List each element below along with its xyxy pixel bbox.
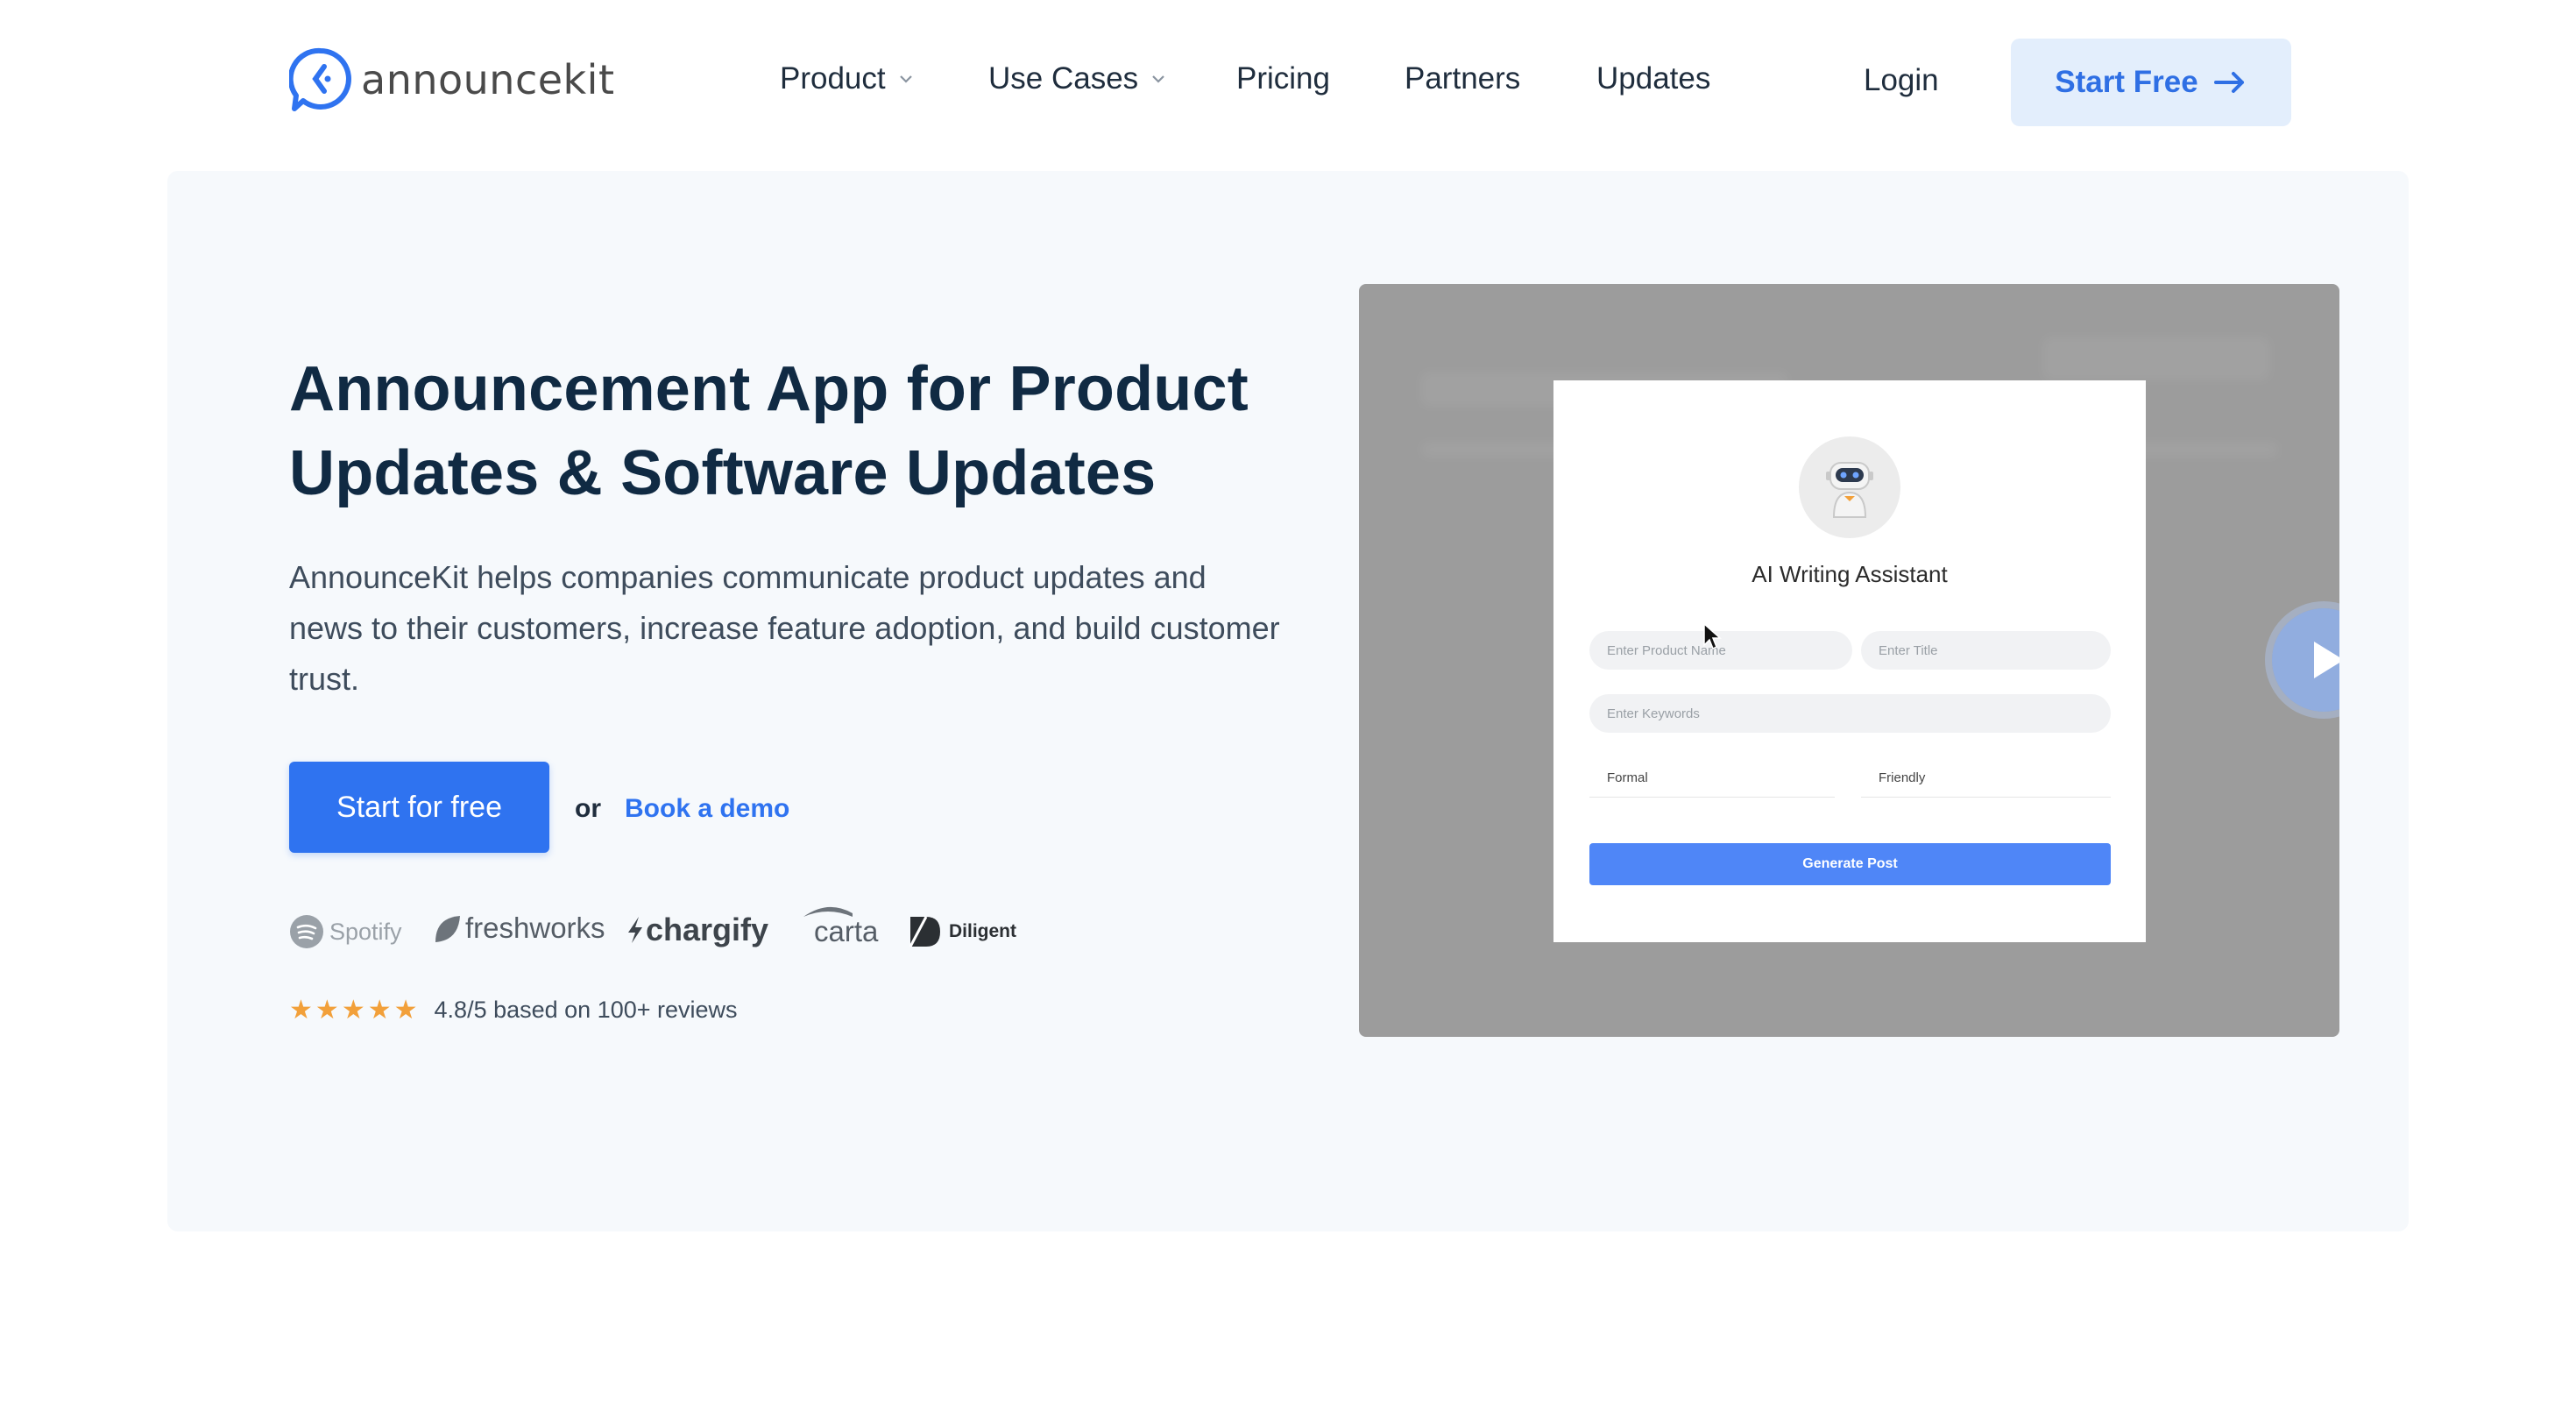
- keywords-field: Enter Keywords: [1589, 694, 2111, 733]
- announcekit-logo-icon: [289, 47, 351, 111]
- chevron-down-icon: [1152, 75, 1164, 83]
- logo-carta: carta: [802, 905, 878, 948]
- spotify-icon: [290, 915, 323, 948]
- logo-chargify: chargify: [626, 912, 768, 948]
- start-for-free-button[interactable]: Start for free: [289, 762, 549, 853]
- robot-icon: [1826, 462, 1873, 518]
- cta-or-text: or: [575, 794, 601, 823]
- book-demo-link[interactable]: Book a demo: [625, 794, 789, 824]
- freshworks-icon: [435, 916, 460, 942]
- blurred-background-ui: [2042, 337, 2270, 380]
- logo-spotify: Spotify: [289, 914, 402, 949]
- nav-use-cases-label: Use Cases: [988, 61, 1139, 96]
- logo-text: announcekit: [361, 56, 615, 103]
- robot-avatar: [1799, 436, 1900, 538]
- spotify-wordmark: Spotify: [329, 918, 402, 945]
- star-icon: ★: [289, 996, 313, 1025]
- diligent-wordmark: Diligent: [949, 921, 1016, 941]
- start-free-label: Start Free: [2055, 65, 2198, 99]
- logo-diligent: Diligent: [907, 913, 1016, 950]
- nav-pricing-label: Pricing: [1236, 61, 1330, 96]
- video-preview[interactable]: AI Writing Assistant Enter Product Name …: [1359, 284, 2339, 1037]
- chevron-down-icon: [899, 75, 912, 83]
- chargify-icon: [628, 917, 642, 943]
- star-icon: ★: [367, 996, 392, 1025]
- nav-pricing[interactable]: Pricing: [1236, 61, 1330, 96]
- tone-select-friendly: Friendly: [1861, 759, 2111, 798]
- nav-partners-label: Partners: [1405, 61, 1521, 96]
- headline-line-2: Updates & Software Updates: [289, 438, 1157, 508]
- arrow-right-icon: [2213, 72, 2244, 93]
- ai-writing-assistant-card: AI Writing Assistant Enter Product Name …: [1553, 380, 2146, 942]
- rating-text: 4.8/5 based on 100+ reviews: [434, 997, 738, 1023]
- diligent-icon: [909, 916, 940, 947]
- generate-post-button: Generate Post: [1589, 843, 2111, 885]
- mouse-cursor-icon: [1703, 622, 1722, 650]
- nav-use-cases[interactable]: Use Cases: [988, 61, 1166, 96]
- star-icon: ★: [315, 996, 339, 1025]
- start-free-button[interactable]: Start Free: [2011, 39, 2291, 126]
- nav-updates[interactable]: Updates: [1596, 61, 1710, 96]
- site-header: announcekit Product Use Cases Pricing Pa…: [0, 0, 2576, 167]
- star-icon: ★: [341, 996, 365, 1025]
- rating: ★ ★ ★ ★ ★ 4.8/5 based on 100+ reviews: [289, 995, 738, 1025]
- hero-subtext: AnnounceKit helps companies communicate …: [289, 559, 1280, 697]
- title-field: Enter Title: [1861, 631, 2111, 670]
- nav-updates-label: Updates: [1596, 61, 1711, 96]
- rating-stars: ★ ★ ★ ★ ★: [289, 995, 421, 1025]
- card-title: AI Writing Assistant: [1752, 561, 1948, 587]
- tone-select-formal: Formal: [1589, 759, 1835, 798]
- logo-freshworks: freshworks: [432, 912, 605, 945]
- chargify-wordmark: chargify: [646, 912, 769, 947]
- hero-headline: Announcement App for Product Updates & S…: [289, 347, 1297, 515]
- carta-wordmark: carta: [814, 915, 879, 947]
- headline-line-1: Announcement App for Product: [289, 354, 1249, 424]
- freshworks-wordmark: freshworks: [465, 912, 605, 944]
- star-icon: ★: [393, 996, 418, 1025]
- nav-partners[interactable]: Partners: [1405, 61, 1520, 96]
- login-link[interactable]: Login: [1864, 63, 1939, 98]
- nav-product-label: Product: [780, 61, 886, 96]
- announcekit-logo[interactable]: announcekit: [289, 47, 615, 112]
- play-icon: [2314, 642, 2339, 678]
- play-button[interactable]: [2272, 608, 2339, 712]
- nav-product[interactable]: Product: [780, 61, 914, 96]
